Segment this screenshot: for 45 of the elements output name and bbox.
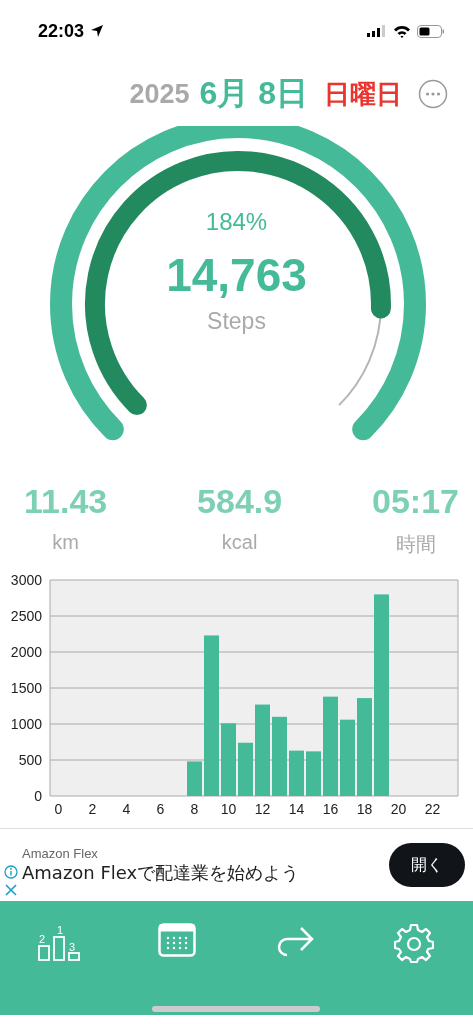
y-tick-label: 2000 [10, 644, 42, 660]
stat-value: 11.43 [24, 482, 108, 521]
stat-unit: 時間 [395, 532, 436, 557]
calendar-icon[interactable] [158, 923, 197, 957]
wifi-icon [393, 24, 411, 38]
x-tick-label: 12 [254, 801, 271, 816]
y-tick-label: 1000 [10, 716, 42, 732]
stat-unit: km [52, 531, 79, 554]
ad-advertiser: Amazon Flex [22, 845, 99, 861]
chart-bar [306, 751, 321, 796]
y-tick-label: 3000 [10, 572, 42, 588]
stat-value: 584.9 [197, 482, 283, 521]
chart-bar [289, 750, 304, 796]
month-day: 6月 8日 [199, 72, 308, 116]
year: 2025 [129, 78, 190, 110]
more-icon[interactable] [418, 79, 448, 109]
battery-icon [417, 24, 445, 38]
chart-bar [187, 761, 202, 796]
x-tick-label: 6 [156, 801, 165, 816]
ad-headline[interactable]: Amazon Flexで配達業を始めよう [22, 860, 385, 885]
stat-value: 05:17 [372, 482, 459, 521]
close-icon[interactable] [4, 883, 18, 897]
y-tick-label: 1500 [10, 680, 42, 696]
x-tick-label: 22 [424, 801, 441, 816]
y-tick-label: 2500 [10, 608, 42, 624]
stat-unit: kcal [221, 531, 258, 554]
x-tick-label: 8 [190, 801, 199, 816]
x-tick-label: 20 [390, 801, 407, 816]
signal-icon [367, 25, 387, 37]
chart-bar [238, 742, 253, 796]
x-tick-label: 14 [288, 801, 305, 816]
x-tick-label: 4 [122, 801, 131, 816]
x-tick-label: 0 [54, 801, 63, 816]
open-button[interactable]: 開く [389, 843, 465, 887]
status-time: 22:03 [38, 20, 85, 42]
x-tick-label: 18 [356, 801, 373, 816]
weekday: 日曜日 [324, 77, 402, 111]
y-tick-label: 500 [18, 752, 42, 768]
settings-icon[interactable] [393, 923, 434, 963]
x-tick-label: 10 [220, 801, 237, 816]
x-tick-label: 16 [322, 801, 339, 816]
location-arrow-icon [90, 24, 105, 38]
info-icon[interactable] [4, 865, 18, 879]
y-tick-label: 0 [34, 788, 42, 804]
x-tick-label: 2 [88, 801, 97, 816]
